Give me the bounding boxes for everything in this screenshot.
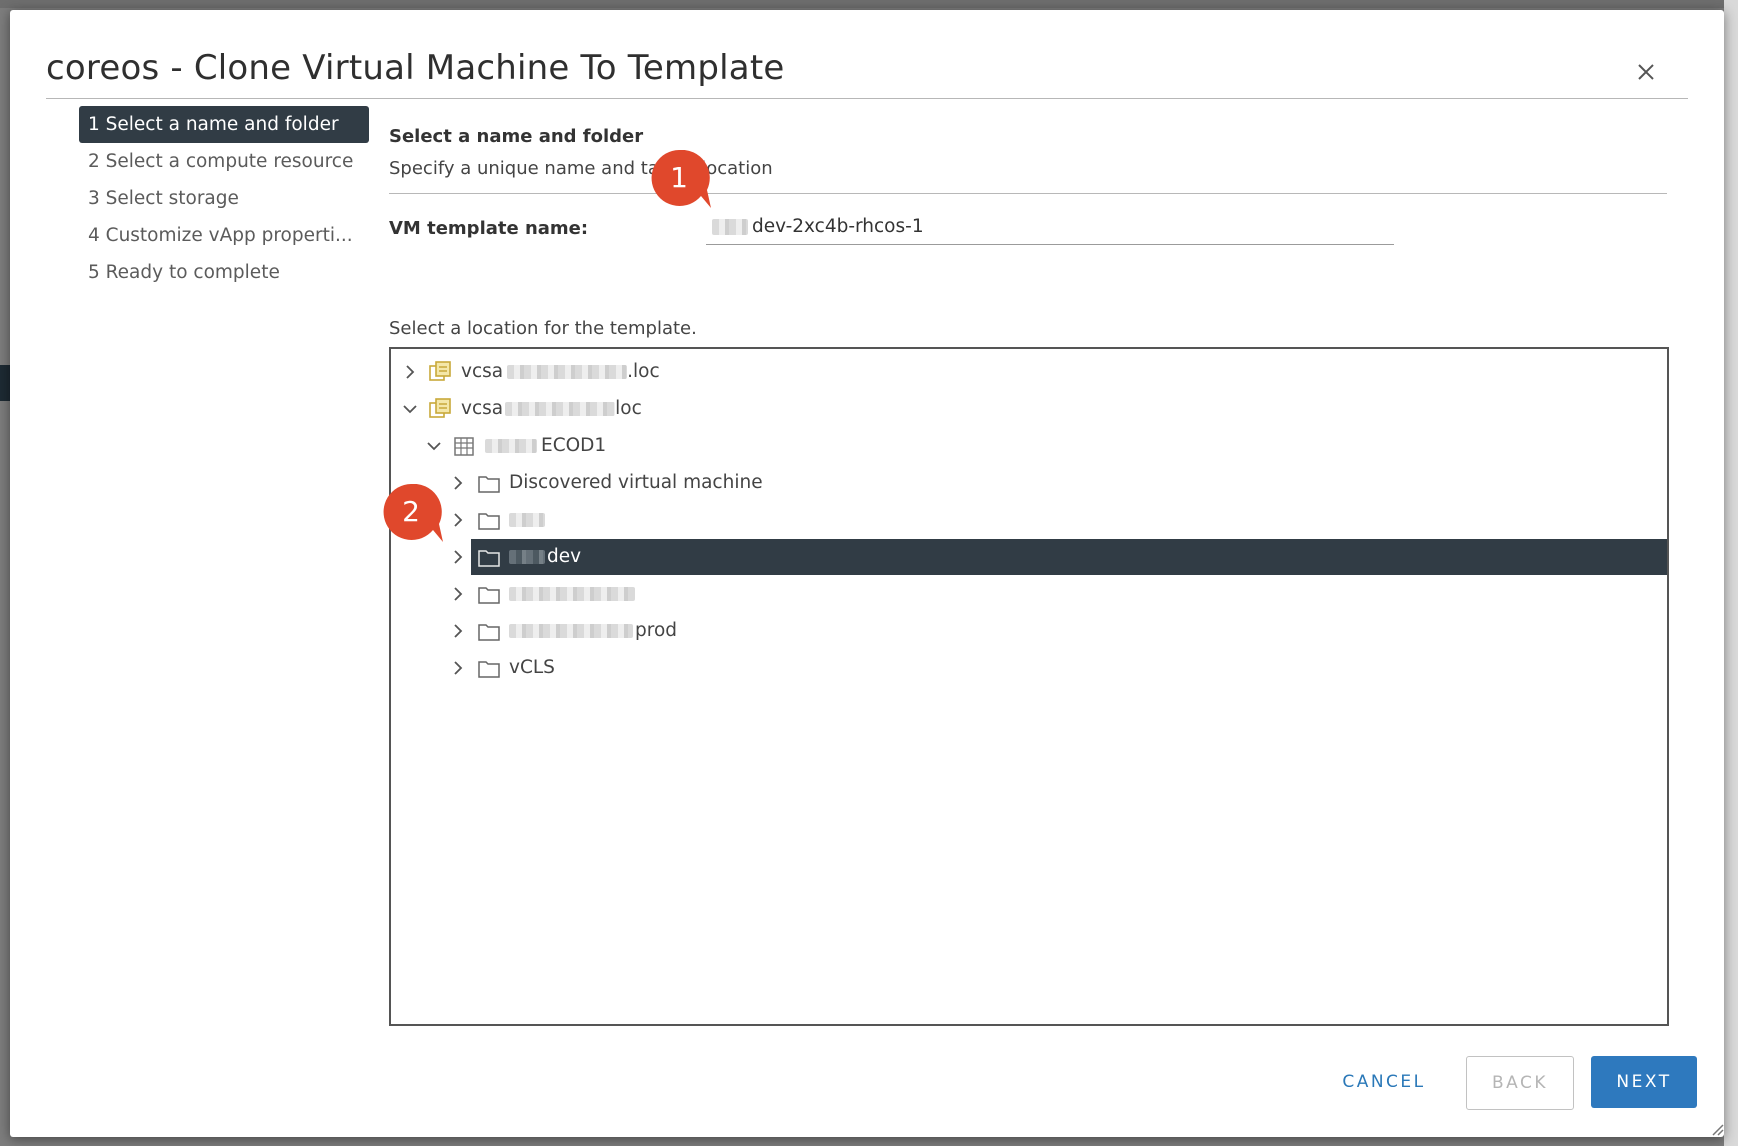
dialog-title: coreos - Clone Virtual Machine To Templa… [46,48,785,88]
folder-icon [478,476,500,493]
tree-node-label: dev [547,546,582,567]
step-select-name-folder[interactable]: 1 Select a name and folder [79,106,369,143]
chevron-down-icon[interactable] [403,402,417,416]
clone-to-template-dialog: coreos - Clone Virtual Machine To Templa… [10,10,1724,1137]
chevron-right-icon[interactable] [403,365,417,379]
chevron-right-icon[interactable] [451,661,465,675]
redacted-text [509,624,633,638]
chevron-down-icon[interactable] [427,439,441,453]
chevron-right-icon[interactable] [451,550,465,564]
folder-icon [478,661,500,678]
next-button[interactable]: NEXT [1591,1056,1697,1108]
tree-node-prod-folder[interactable]: prod [391,613,1667,649]
redacted-text [485,439,537,453]
tree-node-discovered-vm[interactable]: Discovered virtual machine [391,465,1667,501]
tree-node-suffix: loc [615,398,642,419]
redacted-text [509,587,635,601]
redacted-text [509,513,545,527]
tree-node-dev-folder[interactable]: dev [471,539,1667,575]
section-subtitle: Specify a unique name and target locatio… [389,158,773,179]
tree-node-label: vcsa [461,398,504,419]
folder-icon [478,513,500,530]
vcenter-icon [429,398,451,418]
tree-node-vcls-folder[interactable]: vCLS [391,650,1667,686]
tree-node-label: prod [635,620,678,641]
folder-icon [478,550,500,567]
tree-node-folder-redacted[interactable] [391,502,1667,538]
section-divider [389,193,1667,194]
background-app-right [1724,0,1738,1146]
background-app-bar [0,365,10,401]
chevron-right-icon[interactable] [451,624,465,638]
tree-node-suffix: .loc [627,361,660,382]
tree-node-label: Discovered virtual machine [509,472,763,493]
tree-node-label: ECOD1 [541,435,607,456]
location-label: Select a location for the template. [389,318,697,339]
folder-tree: vcsa .loc vcsa loc ECOD1 Discovered virt… [389,347,1669,1026]
section-title: Select a name and folder [389,126,644,147]
callout-marker-2: 2 [383,484,443,542]
callout-marker-1: 1 [651,150,711,208]
tree-node-label: vCLS [509,657,555,678]
redacted-text [505,402,616,416]
folder-icon [478,624,500,641]
step-ready-to-complete[interactable]: 5 Ready to complete [79,254,369,291]
step-select-compute-resource[interactable]: 2 Select a compute resource [79,143,369,180]
step-customize-vapp[interactable]: 4 Customize vApp properti... [79,217,369,254]
datacenter-icon [454,437,474,456]
tree-node-vcenter-2[interactable]: vcsa loc [391,391,1667,427]
vm-template-name-input[interactable] [706,208,1394,245]
tree-node-folder-redacted-2[interactable] [391,576,1667,612]
callout-number: 1 [670,161,688,194]
redacted-text [509,550,545,564]
vcenter-icon [429,361,451,381]
chevron-right-icon[interactable] [451,587,465,601]
tree-node-label: vcsa [461,361,504,382]
folder-icon [478,587,500,604]
chevron-right-icon[interactable] [451,476,465,490]
chevron-right-icon[interactable] [451,513,465,527]
vm-template-name-label: VM template name: [389,218,589,239]
tree-node-vcenter-1[interactable]: vcsa .loc [391,354,1667,390]
cancel-button[interactable]: CANCEL [1323,1056,1445,1108]
redacted-text [507,365,628,379]
back-button[interactable]: BACK [1466,1056,1574,1110]
background-app [0,0,1738,8]
tree-node-datacenter[interactable]: ECOD1 [391,428,1667,464]
step-select-storage[interactable]: 3 Select storage [79,180,369,217]
title-divider [46,98,1688,99]
close-icon[interactable] [1632,58,1660,86]
resize-grip-icon[interactable] [1710,1122,1724,1136]
wizard-steps: 1 Select a name and folder 2 Select a co… [79,106,369,291]
callout-number: 2 [402,495,420,528]
